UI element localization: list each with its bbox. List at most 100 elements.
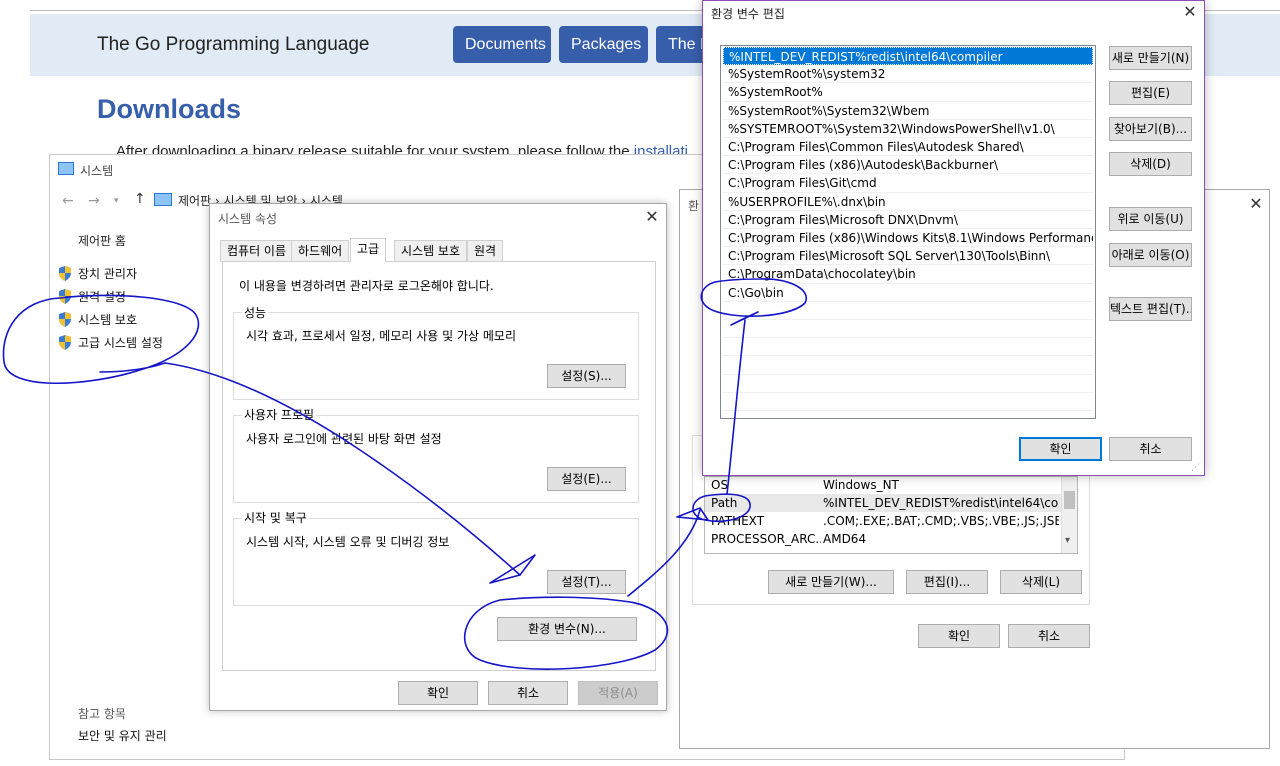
downloads-heading: Downloads xyxy=(97,94,242,124)
delete-system-variable-button[interactable]: 삭제(L) xyxy=(1000,570,1082,594)
startup-recovery-description: 시스템 시작, 시스템 오류 및 디버깅 정보 xyxy=(246,535,450,549)
site-title[interactable]: The Go Programming Language xyxy=(97,34,370,56)
env-cancel-button[interactable]: 취소 xyxy=(1008,624,1090,648)
tab-remote[interactable]: 원격 xyxy=(467,240,504,262)
startup-recovery-label: 시작 및 복구 xyxy=(242,509,309,526)
new-path-button[interactable]: 새로 만들기(N) xyxy=(1109,46,1192,70)
list-item[interactable]: C:\Go\bin xyxy=(723,284,1093,302)
system-window-title: 시스템 xyxy=(80,164,114,178)
close-icon[interactable]: ✕ xyxy=(1246,194,1266,214)
list-item[interactable]: C:\Program Files\Common Files\Autodesk S… xyxy=(723,138,1093,157)
list-item[interactable]: C:\Program Files\Microsoft SQL Server\13… xyxy=(723,247,1093,266)
tab-advanced[interactable]: 고급 xyxy=(350,238,387,262)
empty-list-row[interactable] xyxy=(723,302,1093,320)
move-down-button[interactable]: 아래로 이동(O) xyxy=(1109,243,1192,267)
resize-grip-icon[interactable]: ⋰ xyxy=(1191,463,1200,473)
nav-documents-button[interactable]: Documents xyxy=(453,26,551,63)
scrollbar-thumb[interactable] xyxy=(1064,491,1075,509)
nav-packages-button[interactable]: Packages xyxy=(559,26,648,63)
table-row[interactable]: PROCESSOR_ARC... AMD64 xyxy=(705,530,1061,548)
cancel-button[interactable]: 취소 xyxy=(488,681,568,705)
list-item[interactable]: %INTEL_DEV_REDIST%redist\intel64\compile… xyxy=(723,47,1093,66)
uac-shield-icon xyxy=(59,335,71,350)
edit-ok-button[interactable]: 확인 xyxy=(1019,437,1102,461)
edit-environment-variable-dialog: 환경 변수 편집 ✕ %INTEL_DEV_REDIST%redist\inte… xyxy=(702,0,1205,476)
address-computer-icon xyxy=(154,193,172,206)
side-link-advanced-settings[interactable]: 고급 시스템 설정 xyxy=(58,334,163,351)
var-value: %INTEL_DEV_REDIST%redist\intel64\com... xyxy=(823,496,1059,510)
empty-list-row[interactable] xyxy=(723,356,1093,375)
path-entries-list[interactable]: %INTEL_DEV_REDIST%redist\intel64\compile… xyxy=(720,45,1096,419)
user-profile-group: 사용자 로그인에 관련된 바탕 화면 설정 설정(E)... xyxy=(233,415,639,503)
move-up-button[interactable]: 위로 이동(U) xyxy=(1109,207,1192,231)
list-item[interactable]: C:\Program Files (x86)\Windows Kits\8.1\… xyxy=(723,229,1093,248)
list-item[interactable]: C:\ProgramData\chocolatey\bin xyxy=(723,265,1093,284)
table-row[interactable]: OS Windows_NT xyxy=(705,477,1061,494)
var-name: PROCESSOR_ARC... xyxy=(711,532,821,546)
edit-text-button[interactable]: 텍스트 편집(T)... xyxy=(1109,297,1192,321)
side-link-label: 장치 관리자 xyxy=(78,267,138,281)
edit-path-button[interactable]: 편집(E) xyxy=(1109,81,1192,105)
browse-path-button[interactable]: 찾아보기(B)... xyxy=(1109,117,1192,141)
system-variables-list[interactable]: OS Windows_NT Path %INTEL_DEV_REDIST%red… xyxy=(704,476,1078,554)
table-row[interactable]: PATHEXT .COM;.EXE;.BAT;.CMD;.VBS;.VBE;.J… xyxy=(705,512,1061,530)
performance-description: 시각 효과, 프로세서 일정, 메모리 사용 및 가상 메모리 xyxy=(246,329,516,343)
up-arrow-icon[interactable]: ↑ xyxy=(134,191,146,207)
var-name: Path xyxy=(711,496,738,510)
admin-note: 이 내용을 변경하려면 관리자로 로그온해야 합니다. xyxy=(239,279,494,293)
list-item[interactable]: %SystemRoot% xyxy=(723,83,1093,102)
edit-system-variable-button[interactable]: 편집(I)... xyxy=(906,570,988,594)
empty-list-row[interactable] xyxy=(723,393,1093,411)
side-link-system-protection[interactable]: 시스템 보호 xyxy=(58,311,137,328)
vertical-scrollbar[interactable]: ▾ xyxy=(1061,477,1077,553)
forward-arrow-icon[interactable]: → xyxy=(88,193,100,209)
empty-list-row[interactable] xyxy=(723,338,1093,357)
system-properties-dialog: 시스템 속성 ✕ 컴퓨터 이름 하드웨어 고급 시스템 보호 원격 이 내용을 … xyxy=(209,203,667,711)
startup-recovery-settings-button[interactable]: 설정(T)... xyxy=(547,570,626,594)
chevron-down-icon[interactable]: ▾ xyxy=(1065,535,1070,546)
environment-variables-button[interactable]: 환경 변수(N)... xyxy=(497,617,637,641)
var-name: OS xyxy=(711,478,729,492)
list-item[interactable]: %SystemRoot%\system32 xyxy=(723,65,1093,84)
system-properties-title: 시스템 속성 xyxy=(218,212,278,226)
list-item[interactable]: C:\Program Files (x86)\Autodesk\Backburn… xyxy=(723,156,1093,175)
list-item[interactable]: %SystemRoot%\System32\Wbem xyxy=(723,102,1093,120)
startup-recovery-group: 시스템 시작, 시스템 오류 및 디버깅 정보 설정(T)... xyxy=(233,518,639,606)
var-value: .COM;.EXE;.BAT;.CMD;.VBS;.VBE;.JS;.JSE;.… xyxy=(823,514,1059,528)
user-profile-description: 사용자 로그인에 관련된 바탕 화면 설정 xyxy=(246,432,442,446)
new-system-variable-button[interactable]: 새로 만들기(W)... xyxy=(768,570,894,594)
uac-shield-icon xyxy=(59,289,71,304)
tab-hardware[interactable]: 하드웨어 xyxy=(291,240,350,262)
list-item[interactable]: C:\Program Files\Git\cmd xyxy=(723,174,1093,193)
side-link-label: 시스템 보호 xyxy=(78,313,138,327)
user-profile-settings-button[interactable]: 설정(E)... xyxy=(547,467,626,491)
side-link-remote-settings[interactable]: 원격 설정 xyxy=(58,288,126,305)
empty-list-row[interactable] xyxy=(723,375,1093,393)
list-item[interactable]: C:\Program Files\Microsoft DNX\Dnvm\ xyxy=(723,211,1093,229)
security-maintenance-link[interactable]: 보안 및 유지 관리 xyxy=(78,727,167,744)
ok-button[interactable]: 확인 xyxy=(398,681,478,705)
var-name: PATHEXT xyxy=(711,514,765,528)
tab-system-protection[interactable]: 시스템 보호 xyxy=(394,240,468,262)
uac-shield-icon xyxy=(59,312,71,327)
close-icon[interactable]: ✕ xyxy=(1180,2,1200,22)
uac-shield-icon xyxy=(59,266,71,281)
delete-path-button[interactable]: 삭제(D) xyxy=(1109,152,1192,176)
tab-computer-name[interactable]: 컴퓨터 이름 xyxy=(220,240,294,262)
see-also-heading: 참고 항목 xyxy=(78,707,126,721)
list-item[interactable]: %USERPROFILE%\.dnx\bin xyxy=(723,193,1093,211)
table-row[interactable]: Path %INTEL_DEV_REDIST%redist\intel64\co… xyxy=(705,494,1061,512)
back-arrow-icon[interactable]: ← xyxy=(62,193,74,209)
apply-button[interactable]: 적용(A) xyxy=(578,681,658,705)
side-link-device-manager[interactable]: 장치 관리자 xyxy=(58,265,137,282)
side-link-label: 고급 시스템 설정 xyxy=(78,336,163,350)
env-ok-button[interactable]: 확인 xyxy=(918,624,1000,648)
recent-chevron-icon[interactable]: ▾ xyxy=(114,196,119,206)
performance-label: 성능 xyxy=(242,304,269,321)
empty-list-row[interactable] xyxy=(723,320,1093,339)
list-item[interactable]: %SYSTEMROOT%\System32\WindowsPowerShell\… xyxy=(723,120,1093,138)
edit-cancel-button[interactable]: 취소 xyxy=(1109,437,1192,461)
close-icon[interactable]: ✕ xyxy=(642,207,662,227)
control-panel-home-link[interactable]: 제어판 홈 xyxy=(78,232,126,249)
performance-settings-button[interactable]: 설정(S)... xyxy=(547,364,626,388)
